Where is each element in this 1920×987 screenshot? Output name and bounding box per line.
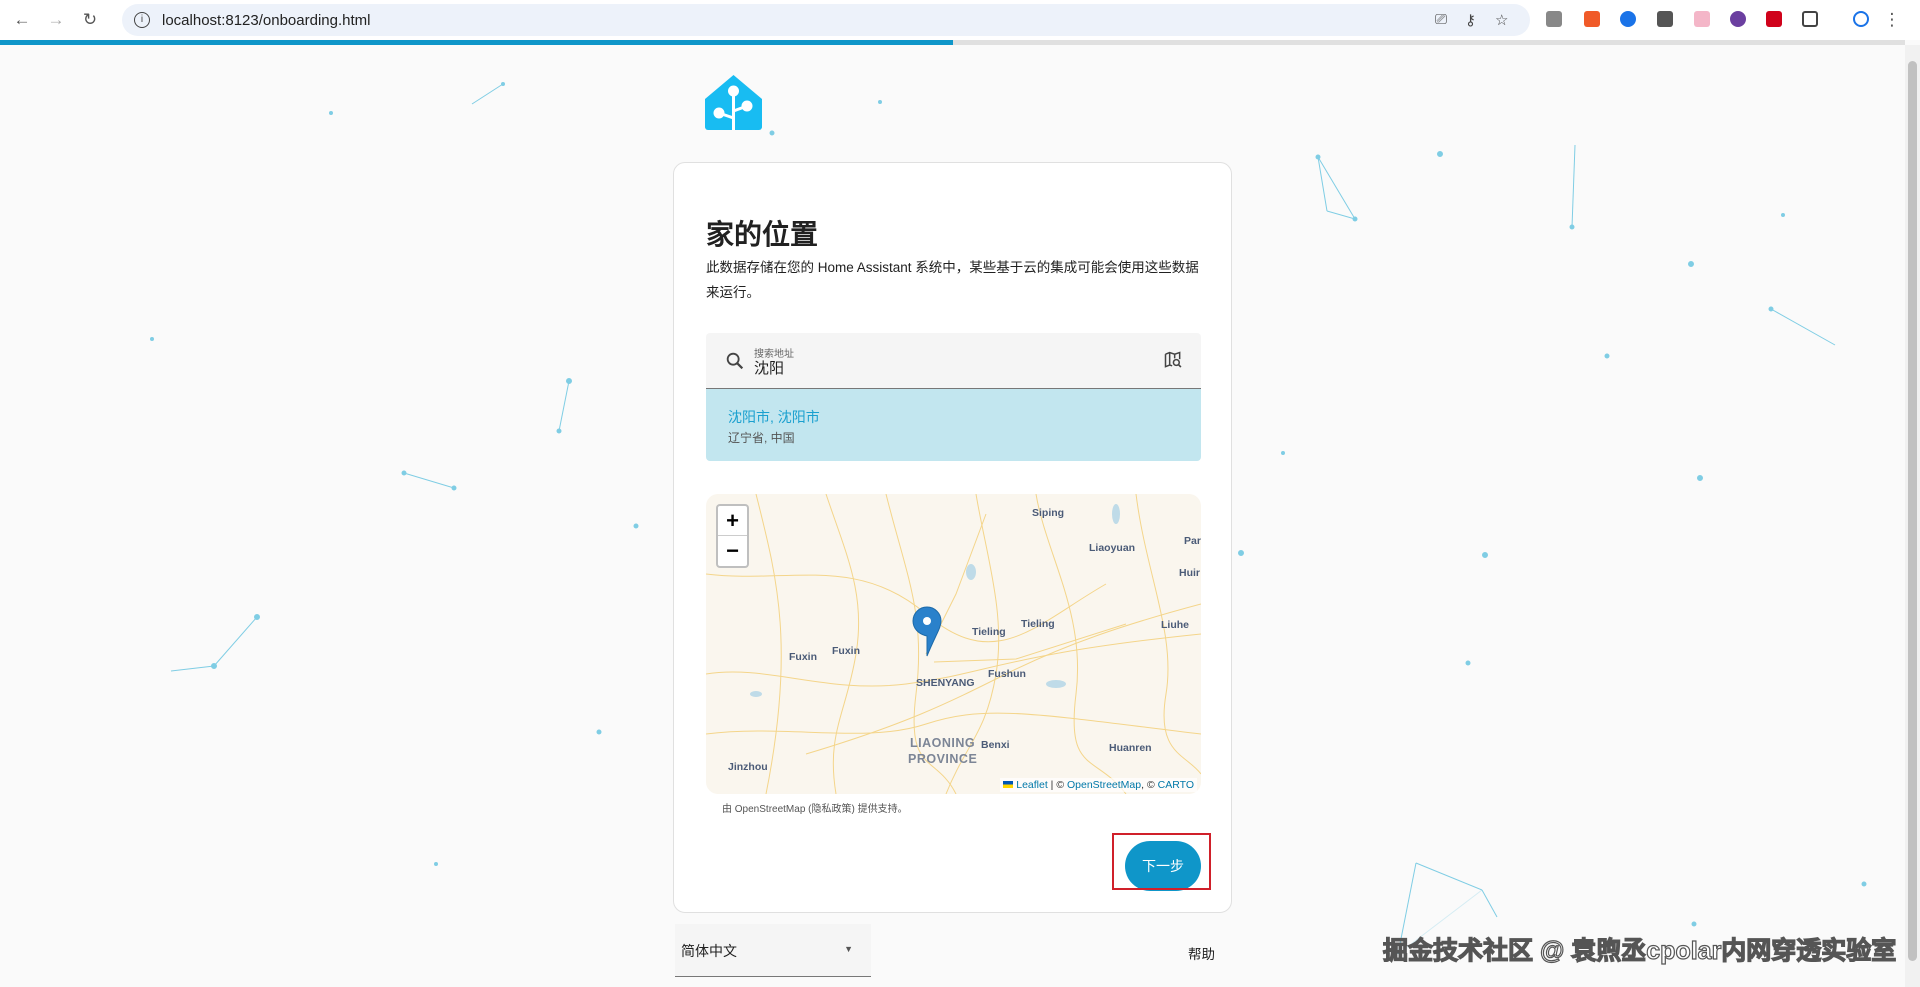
attribution-separator: , © <box>1141 779 1158 791</box>
credit-suffix: 提供支持。 <box>854 804 908 815</box>
map-label: LIAONING <box>910 736 976 750</box>
password-key-icon[interactable]: ⚷ <box>1465 11 1476 29</box>
map-label: SHENYANG <box>916 677 975 689</box>
site-info-icon[interactable]: i <box>134 12 150 28</box>
zoom-out-button[interactable]: − <box>718 536 747 566</box>
extension-icon[interactable] <box>1694 11 1710 27</box>
zoom-in-button[interactable]: + <box>718 506 747 536</box>
scrollbar-thumb[interactable] <box>1908 61 1917 961</box>
leaflet-link[interactable]: Leaflet <box>1016 779 1048 791</box>
map-label: Fushun <box>988 668 1026 680</box>
map-search-icon[interactable] <box>1163 350 1183 370</box>
carto-link[interactable]: CARTO <box>1158 779 1194 791</box>
extension-icon[interactable] <box>1730 11 1746 27</box>
language-value: 简体中文 <box>681 943 737 959</box>
map-label: Fuxin <box>789 651 817 663</box>
extension-icon[interactable] <box>1657 11 1673 27</box>
extension-icon[interactable] <box>1546 11 1562 27</box>
menu-kebab-icon[interactable]: ⋮ <box>1880 10 1904 30</box>
location-map[interactable]: + − Siping Liaoyuan Par Huir Tieling Tie… <box>706 494 1201 794</box>
reload-icon[interactable]: ↻ <box>78 10 102 30</box>
map-label: Huir <box>1179 567 1200 579</box>
scrollbar[interactable] <box>1905 45 1920 987</box>
osm-link[interactable]: OpenStreetMap <box>1067 779 1141 791</box>
map-label: Huanren <box>1109 742 1152 754</box>
osm-credit-link[interactable]: OpenStreetMap <box>735 804 806 815</box>
result-secondary: 辽宁省, 中国 <box>728 431 795 445</box>
page-title: 家的位置 <box>706 219 819 250</box>
address-bar[interactable]: i localhost:8123/onboarding.html ⎚ ⚷ ☆ <box>122 4 1530 36</box>
map-label: Tieling <box>1021 618 1055 630</box>
search-result-item[interactable]: 沈阳市, 沈阳市 辽宁省, 中国 <box>706 389 1201 461</box>
map-label: Liaoyuan <box>1089 542 1136 554</box>
map-marker[interactable] <box>912 606 942 657</box>
map-label: Par <box>1184 535 1201 547</box>
help-link[interactable]: 帮助 <box>1188 943 1215 963</box>
map-label: Liuhe <box>1161 619 1189 631</box>
extensions-puzzle-icon[interactable] <box>1802 11 1818 27</box>
language-select[interactable]: 简体中文 ▼ <box>675 924 871 977</box>
map-label: Siping <box>1032 507 1065 519</box>
map-attribution: Leaflet | © OpenStreetMap, © CARTO <box>1000 778 1197 792</box>
home-assistant-logo <box>705 75 762 130</box>
forward-icon[interactable]: → <box>44 10 68 30</box>
map-label: Tieling <box>972 626 1006 638</box>
highlight-box <box>1112 833 1211 890</box>
browser-toolbar: ← → ↻ i localhost:8123/onboarding.html ⎚… <box>0 0 1920 40</box>
watermark: 掘金技术社区 @ 袁煦丞cpolar内网穿透实验室 <box>1382 936 1897 965</box>
map-zoom-control: + − <box>716 504 749 568</box>
privacy-policy-link[interactable]: 隐私政策 <box>812 804 852 815</box>
map-label: Benxi <box>981 739 1010 751</box>
ukraine-flag-icon <box>1003 781 1014 788</box>
extension-icon[interactable] <box>1584 11 1600 27</box>
attribution-separator: | © <box>1047 779 1067 791</box>
url-text[interactable]: localhost:8123/onboarding.html <box>162 12 370 29</box>
map-label: PROVINCE <box>908 752 978 766</box>
result-primary: 沈阳市, 沈阳市 <box>728 409 820 425</box>
onboarding-card: 家的位置 此数据存储在您的 Home Assistant 系统中，某些基于云的集… <box>673 162 1232 913</box>
page-description: 此数据存储在您的 Home Assistant 系统中，某些基于云的集成可能会使… <box>706 260 1199 300</box>
bookmark-star-icon[interactable]: ☆ <box>1495 11 1508 29</box>
map-label: Jinzhou <box>728 761 768 773</box>
back-icon[interactable]: ← <box>10 10 34 30</box>
install-app-icon[interactable]: ⎚ <box>1435 11 1447 28</box>
profile-icon[interactable] <box>1853 11 1869 27</box>
search-input[interactable] <box>754 359 1134 376</box>
credit-prefix: 由 <box>722 804 735 815</box>
extension-icon[interactable] <box>1766 11 1782 27</box>
search-icon <box>726 352 744 370</box>
map-label: Fuxin <box>832 645 860 657</box>
search-label: 搜索地址 <box>754 349 794 360</box>
address-search-field[interactable]: 搜索地址 <box>706 333 1201 389</box>
map-credit: 由 OpenStreetMap (隐私政策) 提供支持。 <box>722 804 908 815</box>
extension-icon[interactable] <box>1620 11 1636 27</box>
dropdown-arrow-icon: ▼ <box>844 944 853 954</box>
